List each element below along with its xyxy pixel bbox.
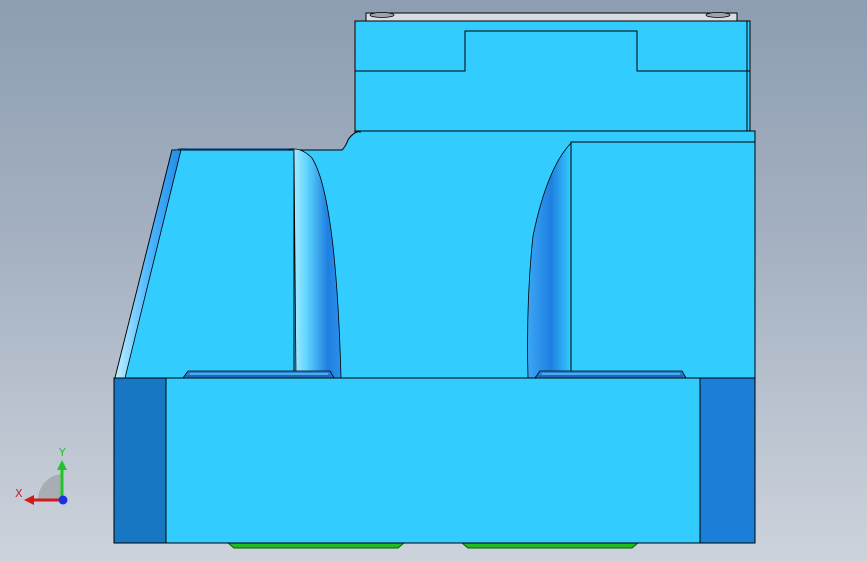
x-axis-arrow-icon [24,495,34,505]
x-axis-label: X [15,487,23,500]
top-cover-plate[interactable] [365,12,738,22]
bottom-pad-right[interactable] [460,542,640,549]
upper-block[interactable] [354,20,751,134]
reference-triad: Y X [15,446,68,505]
base-side-face-left[interactable] [113,377,167,544]
cad-model-view[interactable]: Y X [0,0,867,562]
z-axis-dot-icon [58,495,68,505]
y-axis-arrow-icon [57,460,67,470]
main-body[interactable] [114,130,756,379]
base-block[interactable] [113,377,756,544]
bottom-pads[interactable] [226,542,640,549]
y-axis-label: Y [58,446,66,459]
base-side-face-right[interactable] [699,377,756,544]
graphics-viewport[interactable]: Y X [0,0,867,562]
bottom-pad-left[interactable] [226,542,406,549]
